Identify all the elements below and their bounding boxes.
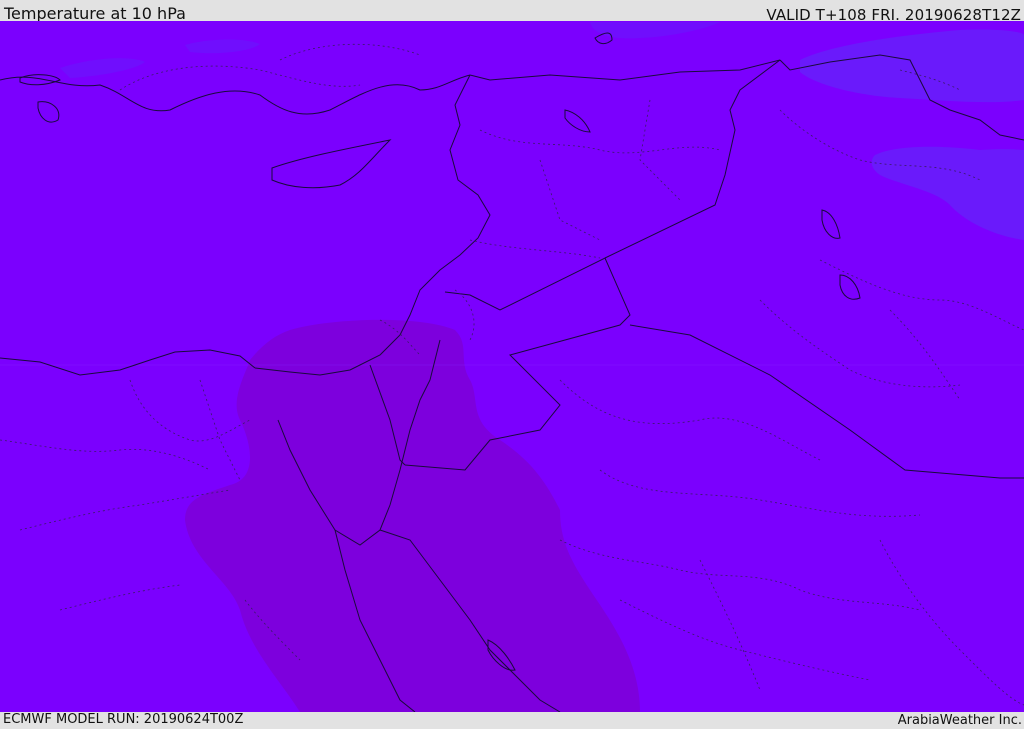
header-bar: Temperature at 10 hPa VALID T+108 FRI. 2… bbox=[0, 0, 1024, 24]
temperature-map bbox=[0, 21, 1024, 712]
credit-label: ArabiaWeather Inc. bbox=[897, 713, 1022, 728]
footer-bar: ECMWF MODEL RUN: 20190624T00Z ArabiaWeat… bbox=[0, 712, 1024, 729]
map-frame: Temperature at 10 hPa VALID T+108 FRI. 2… bbox=[0, 0, 1024, 729]
model-run-label: ECMWF MODEL RUN: 20190624T00Z bbox=[3, 712, 244, 727]
